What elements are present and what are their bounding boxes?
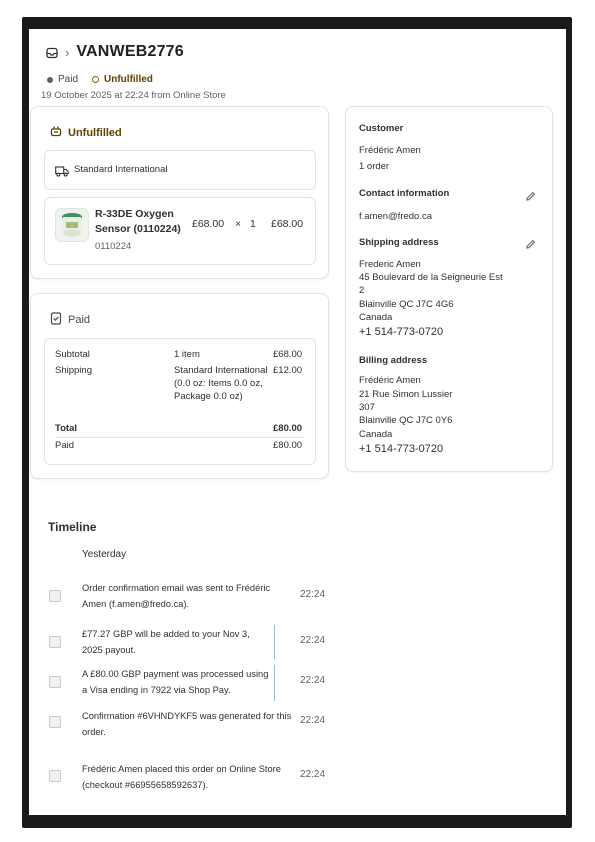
order-datetime: 19 October 2025 at 22:24 from Online Sto… [41, 90, 226, 101]
total-divider [55, 437, 305, 438]
timeline-event-checkbox[interactable] [49, 636, 61, 648]
breadcrumb-chevron-icon: › [65, 44, 70, 60]
billing-address-line: Frédéric Amen [359, 375, 421, 386]
total-amount: £80.00 [273, 423, 303, 434]
paid-dot-icon [47, 76, 53, 83]
shipping-address-line: Blainville QC J7C 4G6 [359, 299, 454, 310]
truck-icon [55, 164, 69, 182]
unfulfilled-badge: Unfulfilled [92, 74, 153, 85]
contact-heading: Contact information [359, 188, 450, 199]
shipping-address-line: Canada [359, 312, 393, 323]
multiply-sign: × [235, 218, 242, 230]
billing-address-line: Canada [359, 429, 393, 440]
payment-title: Paid [50, 312, 90, 328]
unfulfilled-badge-label: Unfulfilled [104, 74, 153, 85]
shipping-method-label: Standard International [74, 164, 168, 175]
unfulfilled-dot-icon [92, 76, 100, 83]
order-header: › VANWEB2776 [46, 43, 184, 61]
shipping-address-line: 2 [359, 285, 365, 296]
subtotal-desc: 1 item [174, 349, 200, 360]
timeline-event-time: 22:24 [300, 635, 326, 646]
timeline-event-time: 22:24 [300, 589, 326, 600]
billing-address-line: Blainville QC J7C 0Y6 [359, 415, 453, 426]
shipping-address-line: 45 Boulevard de la Seigneurie Est [359, 272, 503, 283]
timeline-event-text: Confirmation #6VHNDYKF5 was generated fo… [82, 711, 292, 737]
customer-orders-count[interactable]: 1 order [359, 160, 389, 173]
timeline-event-text: A £80.00 GBP payment was processed using… [82, 669, 269, 695]
subtotal-label: Subtotal [55, 349, 90, 360]
paid-badge: Paid [47, 74, 78, 85]
paid-badge-label: Paid [58, 74, 79, 85]
billing-address-heading: Billing address [359, 355, 428, 366]
edit-contact-pencil-icon[interactable] [525, 189, 536, 201]
edit-shipping-pencil-icon[interactable] [525, 237, 536, 249]
timeline-event-text: Frédéric Amen placed this order on Onlin… [82, 764, 281, 790]
fulfillment-card: Unfulfilled Standard International R-33D… [30, 106, 329, 279]
timeline-day-label: Yesterday [82, 549, 127, 560]
timeline-event-checkbox[interactable] [49, 676, 61, 688]
receipt-check-icon [50, 312, 62, 328]
shipping-amount: £12.00 [273, 365, 303, 376]
product-unit-price: £68.00 [192, 218, 225, 230]
timeline-event-checkbox[interactable] [49, 590, 61, 602]
timeline-event-time: 22:24 [300, 715, 326, 726]
timeline-event-text: Order confirmation email was sent to Fré… [82, 583, 271, 609]
fulfillment-title-label: Unfulfilled [68, 126, 122, 139]
unfulfilled-package-icon [50, 125, 62, 140]
payment-summary: Subtotal 1 item £68.00 Shipping Standard… [44, 338, 316, 465]
timeline-heading: Timeline [48, 520, 97, 534]
line-item[interactable]: R-33DE Oxygen Sensor (0110224) 0110224 £… [44, 197, 316, 265]
order-id-title: VANWEB2776 [76, 43, 184, 60]
billing-address-line: 21 Rue Simon Lussier [359, 389, 453, 400]
customer-name-link[interactable]: Frédéric Amen [359, 144, 421, 157]
timeline-event-checkbox[interactable] [49, 770, 61, 782]
shipping-desc: Standard International (0.0 oz: Items 0.… [174, 365, 268, 402]
customer-card: Customer Frédéric Amen 1 order Contact i… [345, 106, 553, 472]
timeline-event-bracket [274, 665, 275, 701]
product-sku: 0110224 [95, 241, 132, 252]
customer-email[interactable]: f.amen@fredo.ca [359, 210, 432, 223]
order-page: › VANWEB2776 Paid Unfulfilled 19 October… [29, 29, 566, 815]
shipping-address-line: Frederic Amen [359, 259, 421, 270]
product-line-total: £68.00 [271, 218, 304, 230]
shipping-phone[interactable]: +1 514-773-0720 [359, 326, 443, 338]
payment-title-label: Paid [68, 314, 91, 326]
customer-heading: Customer [359, 123, 404, 134]
shipping-address-heading: Shipping address [359, 237, 439, 248]
timeline-event-time: 22:24 [300, 675, 326, 686]
billing-address-line: 307 [359, 402, 375, 413]
total-label: Total [55, 423, 77, 434]
product-name[interactable]: R-33DE Oxygen Sensor (0110224) [95, 207, 190, 237]
timeline-event-time: 22:24 [300, 769, 326, 780]
shipping-method-box: Standard International [44, 150, 316, 190]
timeline-event-text: £77.27 GBP will be added to your Nov 3, … [82, 629, 250, 655]
paid-amount: £80.00 [273, 440, 303, 451]
timeline-event-bracket [274, 625, 275, 659]
product-image[interactable] [55, 208, 89, 242]
orders-icon[interactable] [46, 46, 58, 59]
paid-label: Paid [55, 440, 75, 451]
status-badges: Paid Unfulfilled [47, 74, 153, 85]
timeline-event-checkbox[interactable] [49, 716, 61, 728]
payment-card: Paid Subtotal 1 item £68.00 Shipping Sta… [30, 293, 329, 479]
product-quantity: 1 [250, 218, 256, 230]
shipping-label: Shipping [55, 365, 92, 376]
billing-phone[interactable]: +1 514-773-0720 [359, 443, 443, 455]
fulfillment-title: Unfulfilled [50, 125, 122, 140]
subtotal-amount: £68.00 [273, 349, 303, 360]
